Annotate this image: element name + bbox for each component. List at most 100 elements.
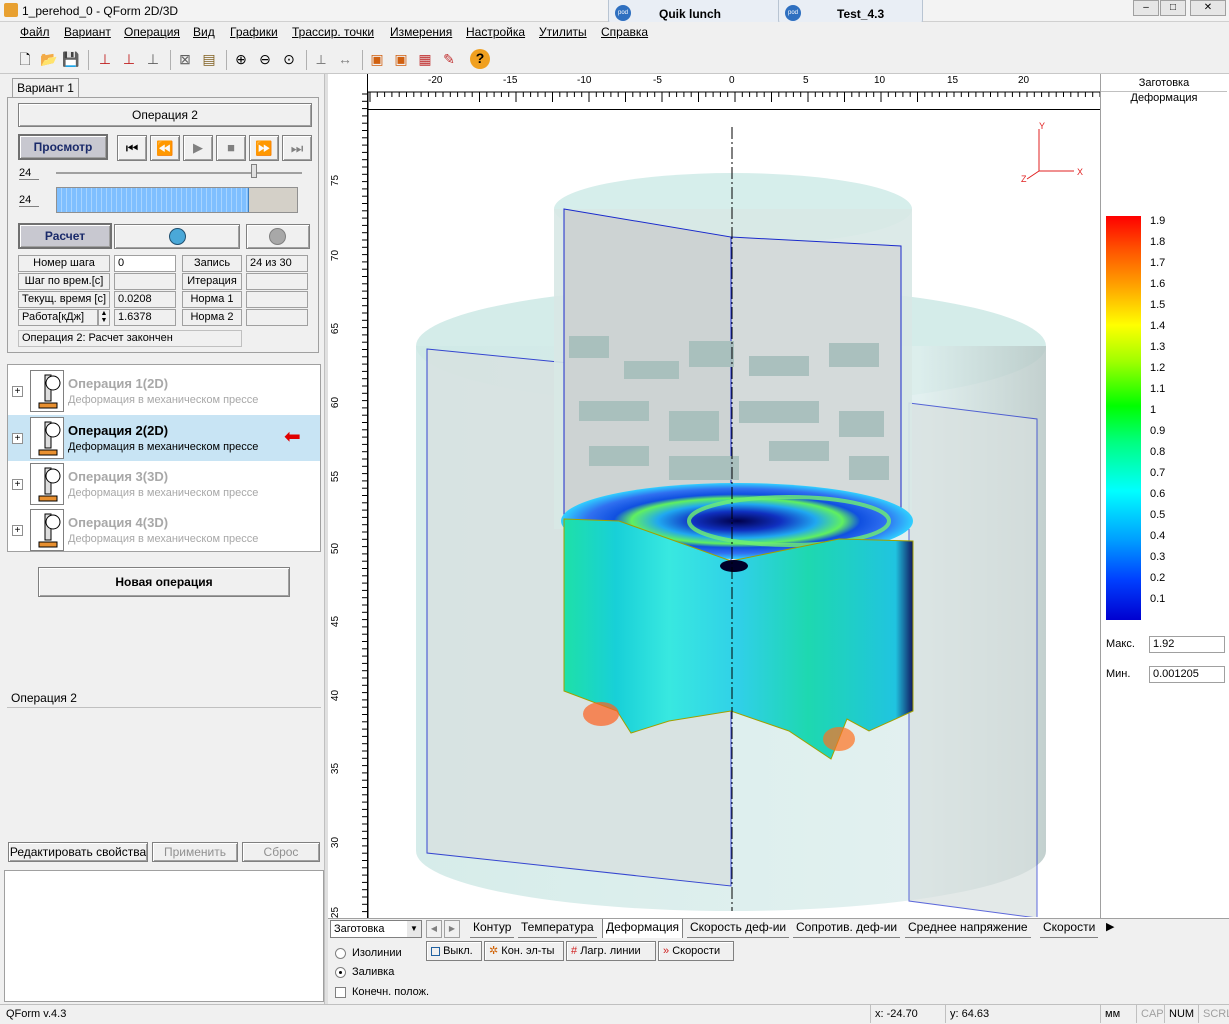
minimize-button[interactable]: –: [1133, 0, 1159, 16]
stop-button[interactable]: ■: [216, 135, 246, 161]
menu-trace-points[interactable]: Трассир. точки: [292, 25, 374, 39]
measure-vertical-icon[interactable]: ⟂: [312, 50, 330, 68]
work-spinner[interactable]: ▲ ▼: [98, 309, 110, 326]
table-icon[interactable]: ▤: [200, 50, 218, 68]
x-tick-label: 20: [1018, 75, 1030, 86]
dropdown-arrow-icon[interactable]: ▼: [407, 921, 421, 937]
tab-mean-stress[interactable]: Среднее напряжение: [905, 919, 1031, 938]
tab-velocities[interactable]: Скорости: [1040, 919, 1099, 938]
maximize-button[interactable]: □: [1160, 0, 1186, 16]
stop-calc-button[interactable]: [246, 224, 310, 249]
end-elements-button[interactable]: ✲ Кон. эл-ты: [484, 941, 564, 961]
help-icon[interactable]: ?: [470, 49, 490, 69]
legend-scale-label: 1.8: [1150, 236, 1166, 248]
forward-button[interactable]: ⏩: [249, 135, 279, 161]
operation-item-3[interactable]: + Операция 3(3D) Деформация в механическ…: [8, 461, 320, 507]
edit-properties-button[interactable]: Редактировать свойства: [8, 842, 148, 862]
tabs-scroll-right-icon[interactable]: ▶: [444, 920, 460, 938]
tab-flow-stress[interactable]: Сопротив. деф-ии: [793, 919, 901, 938]
export-icon[interactable]: ▣: [392, 50, 410, 68]
step-number-value: 0: [114, 255, 176, 272]
close-button[interactable]: ✕: [1190, 0, 1226, 16]
zoom-out-icon[interactable]: ⊖: [256, 50, 274, 68]
tab-deformation[interactable]: Деформация: [602, 919, 684, 938]
measure-horizontal-icon[interactable]: ↔: [336, 50, 354, 68]
open-folder-icon[interactable]: 📂: [40, 50, 58, 68]
norm2-label: Норма 2: [182, 309, 242, 326]
run-icon[interactable]: ▣: [368, 50, 386, 68]
new-file-icon[interactable]: 🗋: [16, 50, 34, 68]
fill-radio[interactable]: [335, 967, 346, 978]
operation-header-button[interactable]: Операция 2: [18, 103, 312, 127]
legend-scale-label: 1: [1150, 404, 1157, 416]
lagrange-lines-button[interactable]: # Лагр. линии: [566, 941, 656, 961]
play-button[interactable]: ▶: [183, 135, 213, 161]
preview-button[interactable]: Просмотр: [18, 134, 108, 160]
first-frame-button[interactable]: ⏮: [117, 135, 147, 161]
y-tick-label: 25: [330, 906, 342, 919]
tab-variant-1[interactable]: Вариант 1: [12, 78, 79, 98]
menu-variant[interactable]: Вариант: [64, 25, 111, 39]
insert-operation-icon[interactable]: ⊥: [96, 50, 114, 68]
tab-temperature[interactable]: Температура: [518, 919, 597, 938]
operation-item-4[interactable]: + Операция 4(3D) Деформация в механическ…: [8, 507, 320, 553]
save-icon[interactable]: 💾: [62, 50, 80, 68]
tab-strain-rate[interactable]: Скорость деф-ии: [687, 919, 790, 938]
menu-help[interactable]: Справка: [601, 25, 648, 39]
menu-settings[interactable]: Настройка: [466, 25, 525, 39]
center-hole: [720, 560, 748, 572]
title-bar: 1_perehod_0 - QForm 2D/3D pod Quik lunch…: [0, 0, 1229, 26]
zoom-fit-icon[interactable]: ⊙: [280, 50, 298, 68]
reset-button[interactable]: Сброс: [242, 842, 320, 862]
object-select[interactable]: Заготовка ▼: [330, 920, 422, 938]
legend-scale-label: 1.6: [1150, 278, 1166, 290]
operation-item-1[interactable]: + Операция 1(2D) Деформация в механическ…: [8, 368, 320, 414]
menu-file[interactable]: Файл: [20, 25, 50, 39]
new-operation-button[interactable]: Новая операция: [38, 567, 290, 597]
start-calc-button[interactable]: [114, 224, 240, 249]
tools-icon[interactable]: ✎: [440, 50, 458, 68]
menu-operation[interactable]: Операция: [124, 25, 180, 39]
apply-button[interactable]: Применить: [152, 842, 238, 862]
expand-icon[interactable]: +: [12, 525, 23, 536]
operation-title: Операция 3(3D): [68, 469, 169, 484]
tab-contour[interactable]: Контур: [470, 919, 515, 938]
menu-view[interactable]: Вид: [193, 25, 215, 39]
hot-spot: [823, 727, 855, 751]
delete-operation-icon[interactable]: ⊥: [144, 50, 162, 68]
elements-icon: ✲: [489, 945, 499, 957]
legend-scale-label: 0.4: [1150, 530, 1166, 542]
rewind-button[interactable]: ⏪: [150, 135, 180, 161]
record-value: 24 из 30: [246, 255, 308, 272]
expand-icon[interactable]: +: [12, 479, 23, 490]
velocities-button[interactable]: » Скорости: [658, 941, 734, 961]
step-slider-track[interactable]: [56, 172, 302, 174]
menu-utilities[interactable]: Утилиты: [539, 25, 587, 39]
last-frame-button[interactable]: ⏭: [282, 135, 312, 161]
x-tick-label: -20: [428, 75, 443, 86]
status-units: мм: [1100, 1005, 1136, 1023]
step-slider-thumb[interactable]: [251, 164, 257, 178]
step-value-1: 24: [19, 167, 39, 180]
zoom-in-icon[interactable]: ⊕: [232, 50, 250, 68]
tabs-scroll-left-icon[interactable]: ◀: [426, 920, 442, 938]
expand-icon[interactable]: +: [12, 433, 23, 444]
isolines-radio[interactable]: [335, 948, 346, 959]
operation-title: Операция 2(2D): [68, 423, 169, 438]
chart-icon[interactable]: ▦: [416, 50, 434, 68]
status-scrl: SCRL: [1198, 1005, 1229, 1023]
record-label: Запись: [182, 255, 242, 272]
final-position-checkbox[interactable]: [335, 987, 346, 998]
menu-measurements[interactable]: Измерения: [390, 25, 452, 39]
tabs-more-icon[interactable]: ▶: [1106, 920, 1114, 933]
x-tick-label: 10: [874, 75, 886, 86]
add-operation-icon[interactable]: ⊥: [120, 50, 138, 68]
menu-graphs[interactable]: Графики: [230, 25, 278, 39]
off-button[interactable]: Выкл.: [426, 941, 482, 961]
pod-icon: pod: [615, 5, 631, 21]
operation-item-2[interactable]: + Операция 2(2D) Деформация в механическ…: [8, 415, 320, 461]
expand-icon[interactable]: +: [12, 386, 23, 397]
y-tick-label: 70: [330, 249, 342, 262]
calc-button[interactable]: Расчет: [18, 223, 112, 249]
grid-icon[interactable]: ⊠: [176, 50, 194, 68]
